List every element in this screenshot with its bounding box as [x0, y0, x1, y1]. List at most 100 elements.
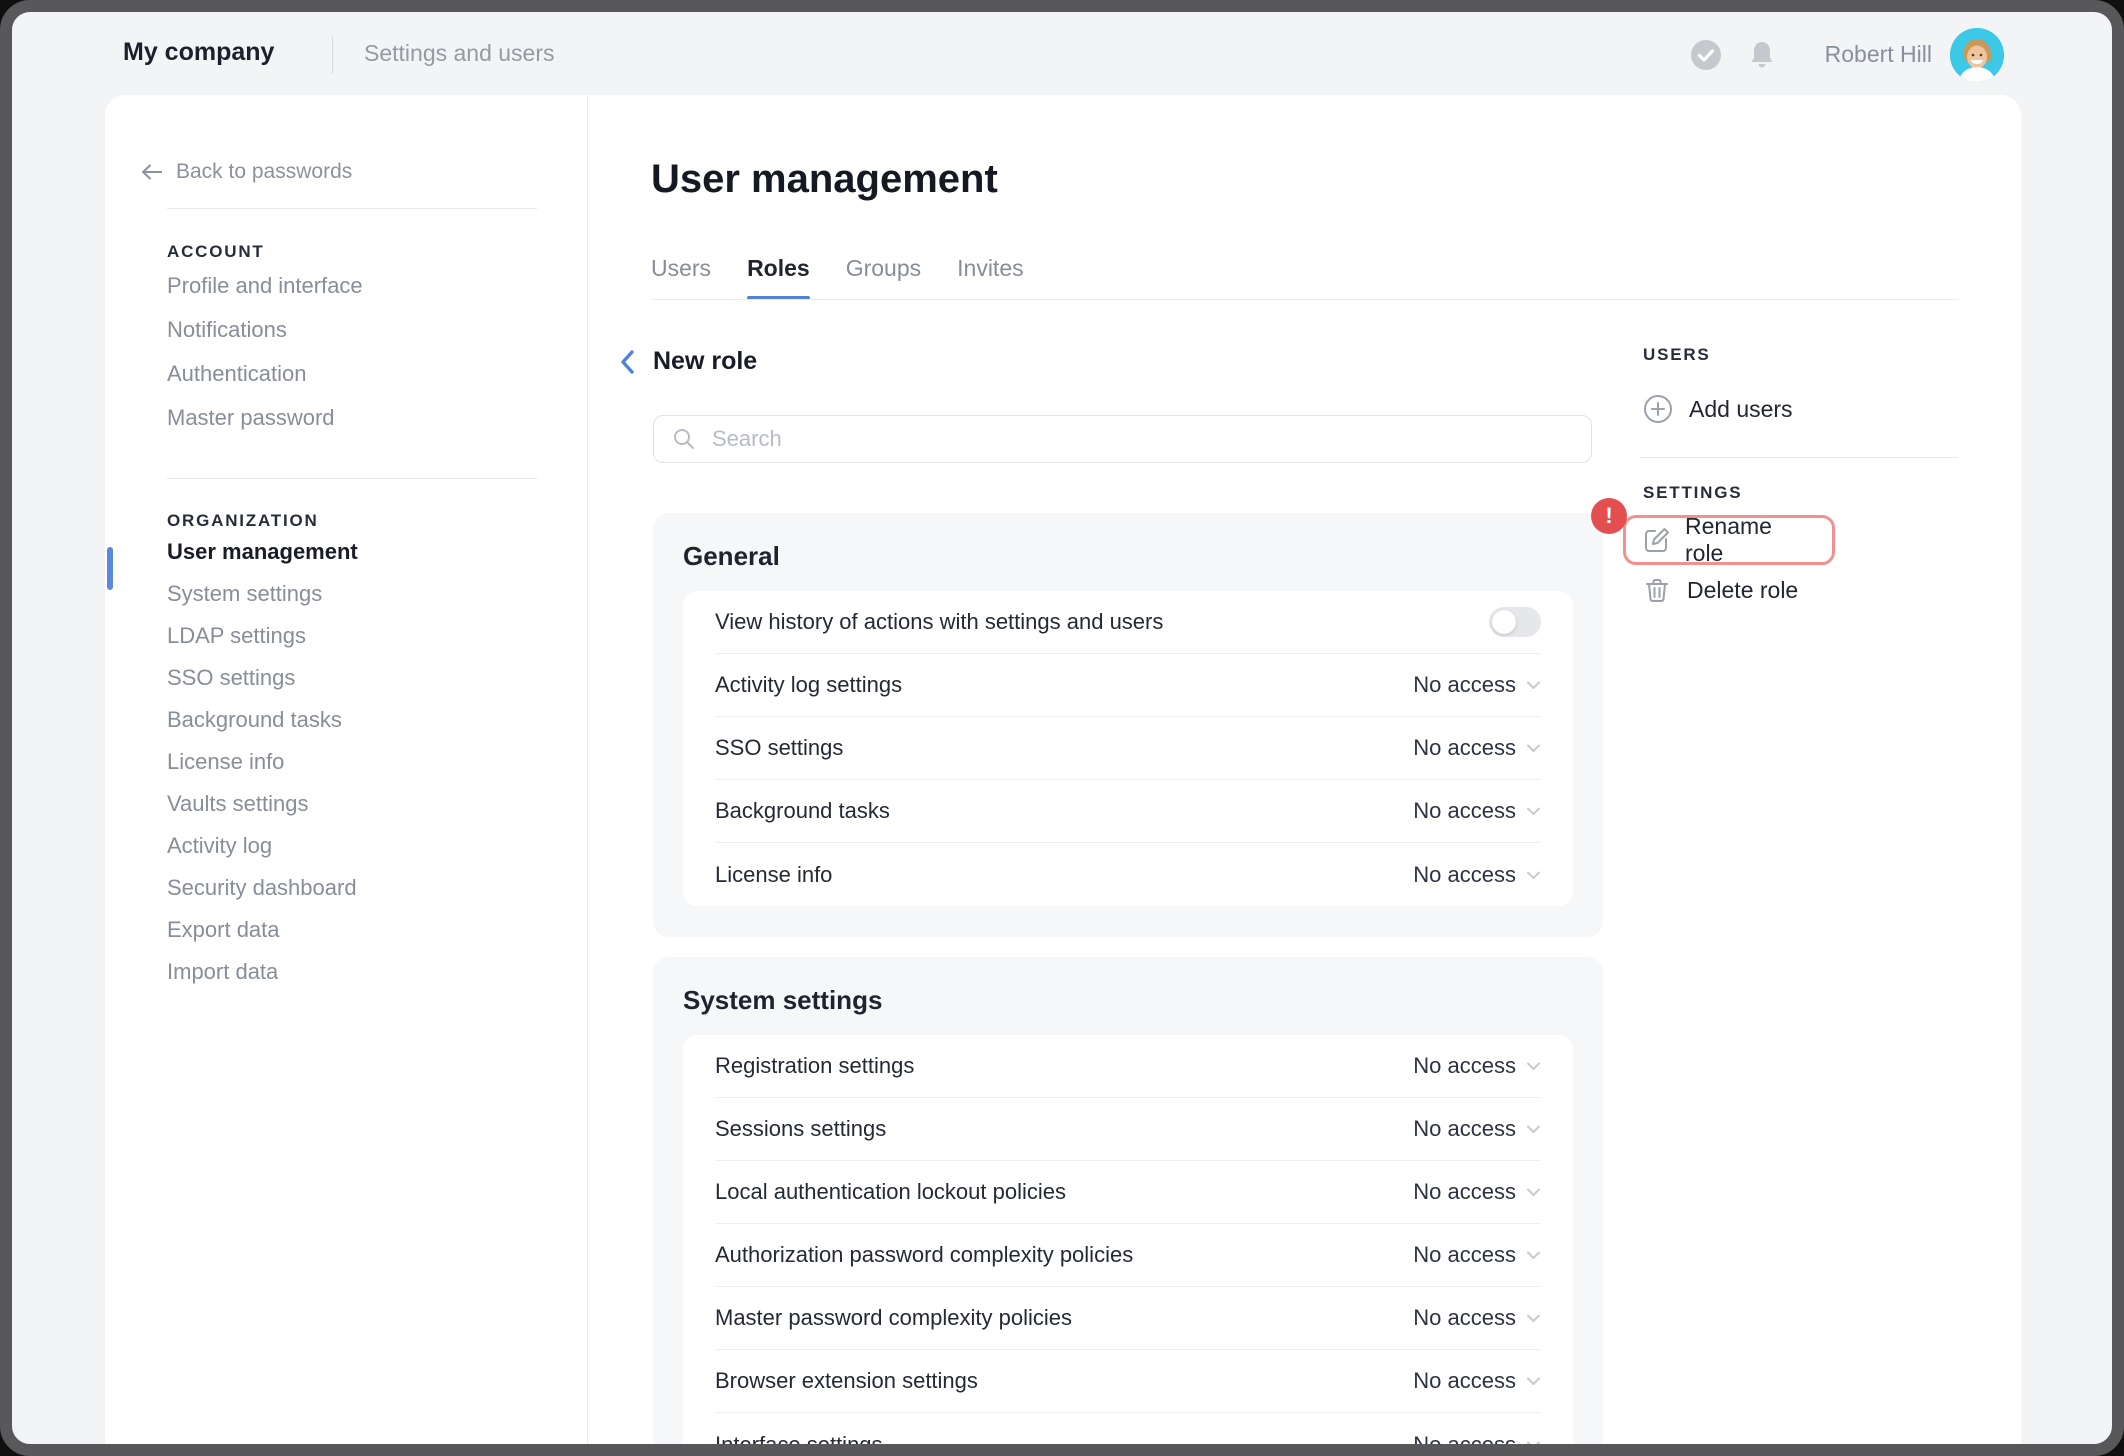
chevron-down-icon	[1526, 680, 1541, 690]
access-dropdown[interactable]: No access	[1413, 798, 1541, 824]
toggle-knob	[1492, 610, 1516, 634]
topbar: My company Settings and users Robert Hil…	[12, 12, 2112, 95]
general-permissions-card: View history of actions with settings an…	[683, 591, 1573, 906]
edit-pencil-icon	[1642, 526, 1670, 554]
access-dropdown[interactable]: No access	[1413, 735, 1541, 761]
system-settings-section: System settings Registration settings No…	[653, 957, 1603, 1456]
sidebar-item-master-password[interactable]: Master password	[167, 396, 567, 440]
table-row: Master password complexity policies No a…	[715, 1287, 1541, 1350]
chevron-down-icon	[1526, 1376, 1541, 1386]
table-row: Authorization password complexity polici…	[715, 1224, 1541, 1287]
system-permissions-card: Registration settings No access Sessions…	[683, 1035, 1573, 1456]
settings-sidebar: Back to passwords ACCOUNT Profile and in…	[105, 95, 588, 1456]
access-dropdown[interactable]: No access	[1413, 1116, 1541, 1142]
access-dropdown[interactable]: No access	[1413, 672, 1541, 698]
page-title: User management	[651, 157, 998, 202]
chevron-down-icon	[1526, 1187, 1541, 1197]
app-card: Back to passwords ACCOUNT Profile and in…	[105, 95, 2021, 1456]
access-value: No access	[1413, 798, 1516, 824]
delete-role-label: Delete role	[1687, 577, 1798, 604]
sidebar-divider	[167, 208, 537, 209]
access-dropdown[interactable]: No access	[1413, 1242, 1541, 1268]
tab-roles[interactable]: Roles	[747, 255, 810, 300]
permission-label: Registration settings	[715, 1053, 914, 1079]
history-toggle[interactable]	[1489, 607, 1541, 637]
back-label: Back to passwords	[176, 160, 352, 184]
sidebar-item-profile-and-interface[interactable]: Profile and interface	[167, 264, 567, 308]
chevron-left-icon[interactable]	[619, 349, 635, 375]
alert-badge: !	[1591, 498, 1627, 534]
access-value: No access	[1413, 1432, 1516, 1456]
users-panel-title: USERS	[1643, 341, 1711, 369]
table-row: Interface settings No access	[715, 1413, 1541, 1456]
table-row: View history of actions with settings an…	[715, 591, 1541, 654]
topbar-section-title: Settings and users	[364, 40, 555, 67]
back-to-passwords-link[interactable]: Back to passwords	[140, 155, 352, 189]
sidebar-item-notifications[interactable]: Notifications	[167, 308, 567, 352]
sidebar-item-security-dashboard[interactable]: Security dashboard	[167, 867, 567, 909]
sidebar-item-vaults-settings[interactable]: Vaults settings	[167, 783, 567, 825]
notifications-bell-icon[interactable]	[1746, 39, 1778, 71]
table-row: Activity log settings No access	[715, 654, 1541, 717]
rename-role-button[interactable]: ! Rename role	[1623, 515, 1835, 565]
panel-divider	[1640, 457, 1958, 458]
add-users-button[interactable]: Add users	[1643, 391, 1793, 427]
access-dropdown[interactable]: No access	[1413, 1053, 1541, 1079]
permission-label: View history of actions with settings an…	[715, 609, 1163, 635]
access-value: No access	[1413, 672, 1516, 698]
access-value: No access	[1413, 1116, 1516, 1142]
tab-invites[interactable]: Invites	[957, 255, 1023, 300]
chevron-down-icon	[1526, 1124, 1541, 1134]
tab-bar: Users Roles Groups Invites	[651, 255, 1024, 300]
table-row: Background tasks No access	[715, 780, 1541, 843]
chevron-down-icon	[1526, 870, 1541, 880]
table-row: License info No access	[715, 843, 1541, 906]
access-value: No access	[1413, 1053, 1516, 1079]
general-section-title: General	[683, 539, 1573, 573]
table-row: Sessions settings No access	[715, 1098, 1541, 1161]
back-arrow-icon	[140, 163, 164, 181]
sidebar-item-license-info[interactable]: License info	[167, 741, 567, 783]
chevron-down-icon	[1526, 1313, 1541, 1323]
delete-role-button[interactable]: Delete role	[1643, 572, 1798, 608]
sidebar-item-user-management[interactable]: User management	[167, 531, 567, 573]
chevron-down-icon	[1526, 1250, 1541, 1260]
plus-circle-icon	[1643, 394, 1673, 424]
sidebar-item-ldap-settings[interactable]: LDAP settings	[167, 615, 567, 657]
chevron-down-icon	[1526, 743, 1541, 753]
access-dropdown[interactable]: No access	[1413, 1305, 1541, 1331]
sidebar-item-system-settings[interactable]: System settings	[167, 573, 567, 615]
table-row: Browser extension settings No access	[715, 1350, 1541, 1413]
sidebar-item-activity-log[interactable]: Activity log	[167, 825, 567, 867]
permission-label: Local authentication lockout policies	[715, 1179, 1066, 1205]
sidebar-item-export-data[interactable]: Export data	[167, 909, 567, 951]
sidebar-item-sso-settings[interactable]: SSO settings	[167, 657, 567, 699]
permission-label: Sessions settings	[715, 1116, 886, 1142]
sidebar-item-background-tasks[interactable]: Background tasks	[167, 699, 567, 741]
access-value: No access	[1413, 1179, 1516, 1205]
add-users-label: Add users	[1689, 396, 1793, 423]
topbar-divider	[332, 36, 333, 74]
search-input[interactable]	[710, 425, 1573, 453]
tab-users[interactable]: Users	[651, 255, 711, 300]
access-dropdown[interactable]: No access	[1413, 862, 1541, 888]
sidebar-item-import-data[interactable]: Import data	[167, 951, 567, 993]
access-value: No access	[1413, 1242, 1516, 1268]
account-list: Profile and interface Notifications Auth…	[167, 264, 567, 440]
access-value: No access	[1413, 735, 1516, 761]
sidebar-item-authentication[interactable]: Authentication	[167, 352, 567, 396]
access-dropdown[interactable]: No access	[1413, 1179, 1541, 1205]
role-name: New role	[653, 347, 757, 376]
access-value: No access	[1413, 862, 1516, 888]
access-dropdown[interactable]: No access	[1413, 1432, 1541, 1456]
trash-icon	[1643, 576, 1671, 604]
active-item-indicator	[107, 547, 113, 590]
chevron-down-icon	[1526, 1440, 1541, 1450]
access-dropdown[interactable]: No access	[1413, 1368, 1541, 1394]
avatar[interactable]	[1950, 28, 2004, 82]
user-name: Robert Hill	[1802, 41, 1932, 68]
search-box	[653, 415, 1592, 463]
status-check-icon[interactable]	[1690, 39, 1722, 71]
table-row: SSO settings No access	[715, 717, 1541, 780]
tab-groups[interactable]: Groups	[846, 255, 921, 300]
